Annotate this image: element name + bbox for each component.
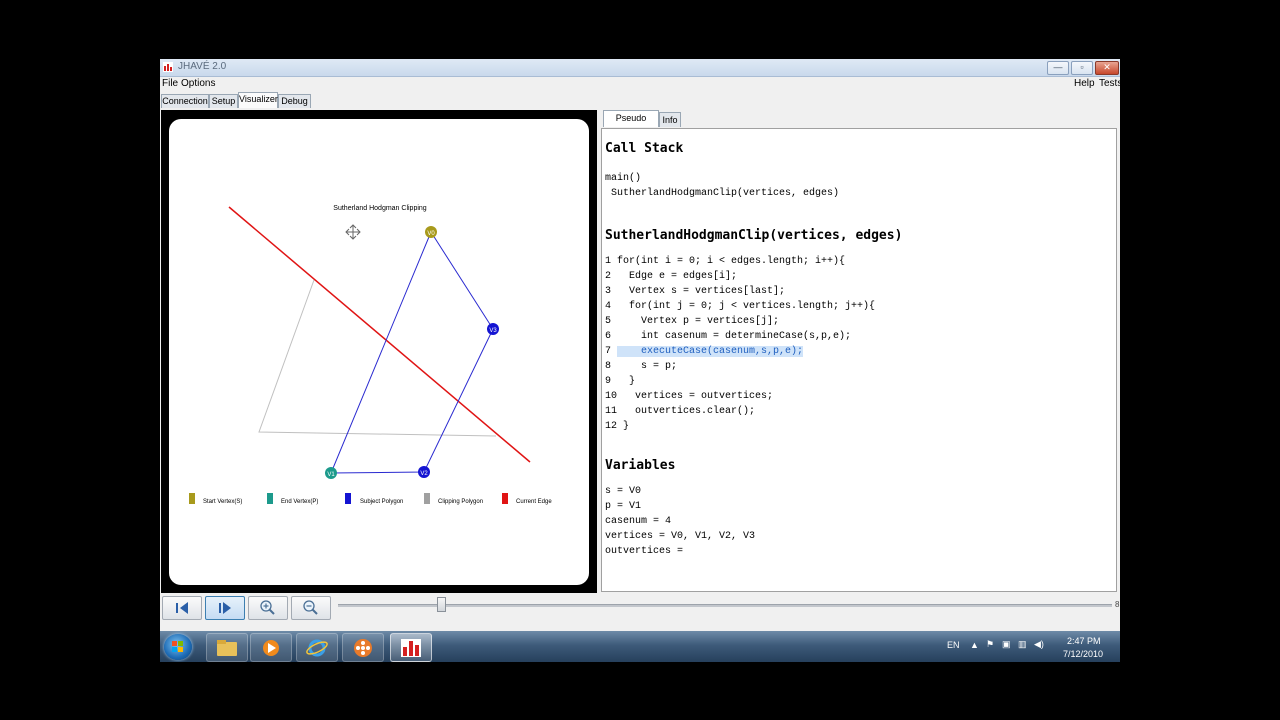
step-forward-button[interactable] <box>205 596 245 620</box>
step-forward-icon <box>219 602 231 614</box>
step-back-button[interactable] <box>162 596 202 620</box>
code-line-highlighted: 7 executeCase(casenum,s,p,e); <box>605 346 804 357</box>
visualization-svg: Sutherland Hodgman Clipping V0 V3 V2 V1 <box>189 205 552 505</box>
clipping-polygon <box>258 279 497 437</box>
folder-icon <box>217 640 237 656</box>
tab-pseudo-code[interactable]: Pseudo Code <box>603 110 659 137</box>
tab-debug[interactable]: Debug <box>278 94 311 108</box>
zoom-out-button[interactable] <box>291 596 331 620</box>
tab-connection[interactable]: Connection <box>161 94 209 108</box>
variable-line: outvertices = <box>605 546 684 557</box>
legend-label-subject-polygon: Subject Polygon <box>360 499 403 505</box>
playback-controls: 8 <box>160 595 1120 623</box>
legend-swatch-start-vertex <box>189 493 195 504</box>
maximize-button[interactable]: ▫ <box>1071 61 1093 75</box>
menu-help[interactable]: Help <box>1074 78 1095 89</box>
visualizer-panel: Sutherland Hodgman Clipping V0 V3 V2 V1 <box>161 110 597 593</box>
code-line: 3 Vertex s = vertices[last]; <box>605 286 786 297</box>
minimize-button[interactable]: — <box>1047 61 1069 75</box>
tab-info[interactable]: Info <box>659 112 681 127</box>
media-player-icon <box>263 640 279 656</box>
variable-line: s = V0 <box>605 486 642 497</box>
language-indicator[interactable]: EN <box>947 640 960 650</box>
vertex-v2-label: V2 <box>420 471 428 477</box>
close-button[interactable]: ✕ <box>1095 61 1119 75</box>
call-stack-line: main() <box>605 173 642 184</box>
code-line: 9 } <box>605 376 636 387</box>
clock-time[interactable]: 2:47 PM <box>1067 636 1101 646</box>
jhave-taskbar-icon <box>401 639 421 657</box>
zoom-in-icon <box>260 600 275 615</box>
code-line: 4 for(int j = 0; j < vertices.length; j+… <box>605 301 876 312</box>
code-line: 2 Edge e = edges[i]; <box>605 271 738 282</box>
code-line: 8 s = p; <box>605 361 678 372</box>
network-icon[interactable]: ▥ <box>1018 639 1027 650</box>
step-back-icon <box>176 602 188 614</box>
legend: Start Vertex(S) End Vertex(P) Subject Po… <box>189 493 552 505</box>
legend-label-clipping-polygon: Clipping Polygon <box>438 499 483 505</box>
variable-line: casenum = 4 <box>605 516 672 527</box>
vertex-v1-label: V1 <box>327 472 335 478</box>
legend-label-start-vertex: Start Vertex(S) <box>203 499 242 505</box>
taskbar-film-app[interactable] <box>342 633 384 662</box>
windows-taskbar: EN ▲ ⚑ ▣ ▥ ◀) 2:47 PM 7/12/2010 <box>160 631 1120 662</box>
code-line: 11 outvertices.clear(); <box>605 406 756 417</box>
tab-setup[interactable]: Setup <box>209 94 238 108</box>
menu-tests[interactable]: Tests <box>1099 78 1120 89</box>
menu-options[interactable]: Options <box>181 78 215 89</box>
window-title: JHAVÉ 2.0 <box>178 61 227 72</box>
current-edge <box>228 206 531 463</box>
action-center-icon[interactable]: ⚑ <box>986 639 994 650</box>
highlighted-code: executeCase(casenum,s,p,e); <box>617 346 804 357</box>
menu-bar: File Options Help Tests <box>160 77 1120 91</box>
legend-label-current-edge: Current Edge <box>516 499 552 505</box>
code-line: 1 for(int i = 0; i < edges.length; i++){ <box>605 256 846 267</box>
taskbar-internet-explorer[interactable] <box>296 633 338 662</box>
film-reel-icon <box>354 639 372 657</box>
zoom-in-button[interactable] <box>248 596 288 620</box>
call-stack-heading: Call Stack <box>605 141 684 156</box>
show-hidden-icons-icon[interactable]: ▲ <box>970 640 979 650</box>
vertex-v3-label: V3 <box>489 328 497 334</box>
legend-swatch-clipping-polygon <box>424 493 430 504</box>
volume-icon[interactable]: ◀) <box>1034 639 1044 650</box>
legend-swatch-end-vertex <box>267 493 273 504</box>
pseudo-code-view: Call Stack main() SutherlandHodgmanClip(… <box>601 128 1117 592</box>
clock-date[interactable]: 7/12/2010 <box>1063 649 1103 659</box>
subject-polygon <box>330 230 494 474</box>
zoom-out-icon <box>303 600 318 615</box>
code-line: 12 } <box>605 421 630 432</box>
legend-swatch-subject-polygon <box>345 493 351 504</box>
windows-logo-icon <box>172 641 183 652</box>
start-button[interactable] <box>164 634 192 660</box>
power-icon[interactable]: ▣ <box>1002 639 1011 650</box>
taskbar-explorer[interactable] <box>206 633 248 662</box>
taskbar-jhave[interactable] <box>390 633 432 662</box>
animation-slider-track[interactable] <box>338 604 1112 607</box>
menu-file[interactable]: File <box>162 78 178 89</box>
internet-explorer-icon <box>306 639 328 657</box>
legend-label-end-vertex: End Vertex(P) <box>281 499 318 505</box>
variables-heading: Variables <box>605 458 676 473</box>
vertex-v0-label: V0 <box>427 231 435 237</box>
slider-end-label: 8 <box>1115 600 1120 609</box>
visualization-canvas: Sutherland Hodgman Clipping V0 V3 V2 V1 <box>169 119 589 585</box>
tab-visualizer[interactable]: Visualizer <box>238 92 278 108</box>
variable-line: p = V1 <box>605 501 642 512</box>
visualization-title: Sutherland Hodgman Clipping <box>333 205 426 212</box>
code-line: 10 vertices = outvertices; <box>605 391 774 402</box>
jhave-window: JHAVÉ 2.0 — ▫ ✕ File Options Help Tests … <box>160 59 1120 662</box>
function-heading: SutherlandHodgmanClip(vertices, edges) <box>605 228 903 243</box>
legend-swatch-current-edge <box>502 493 508 504</box>
variable-line: vertices = V0, V1, V2, V3 <box>605 531 756 542</box>
move-cursor-icon <box>345 224 361 240</box>
code-panel: Pseudo Code Info Call Stack main() Suthe… <box>600 110 1118 593</box>
jhave-app-icon <box>163 62 173 72</box>
title-bar: JHAVÉ 2.0 — ▫ ✕ <box>160 59 1120 77</box>
code-line: 5 Vertex p = vertices[j]; <box>605 316 780 327</box>
call-stack-line: SutherlandHodgmanClip(vertices, edges) <box>605 188 840 199</box>
animation-slider-thumb[interactable] <box>437 597 446 612</box>
taskbar-media-player[interactable] <box>250 633 292 662</box>
code-line: 6 int casenum = determineCase(s,p,e); <box>605 331 852 342</box>
